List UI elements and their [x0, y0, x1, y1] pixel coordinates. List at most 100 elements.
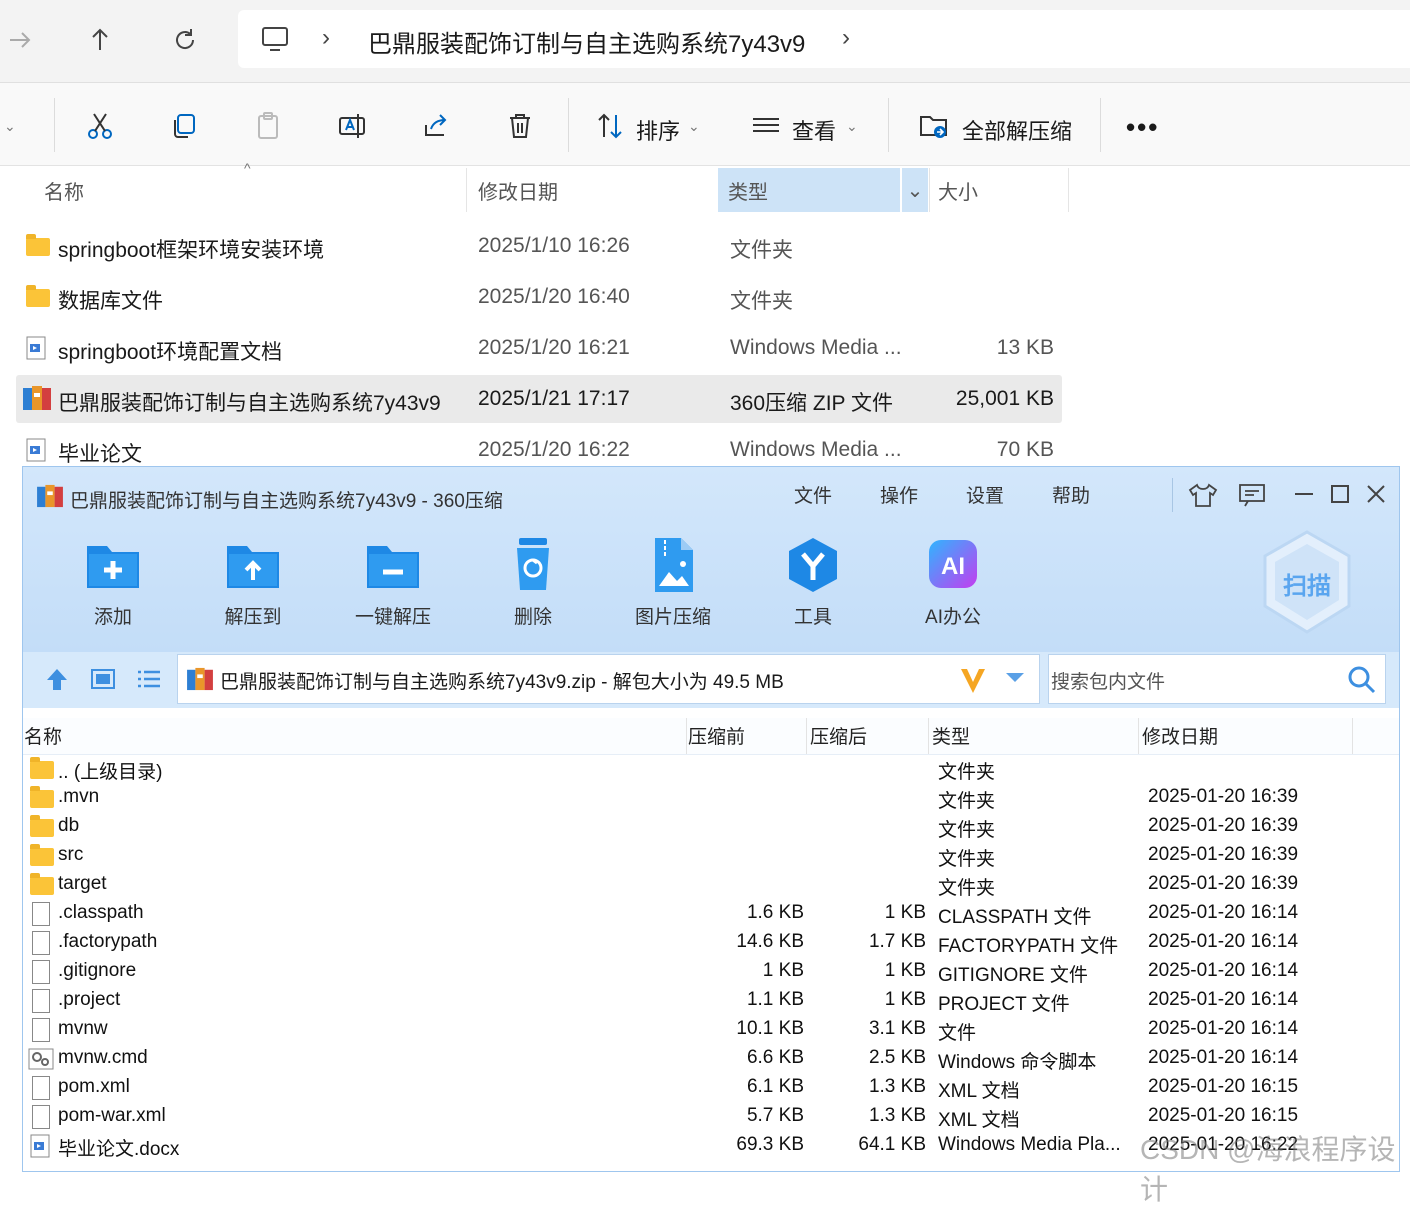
- zip-row[interactable]: src 文件夹 2025-01-20 16:39: [24, 842, 1399, 871]
- search-icon[interactable]: [1347, 665, 1377, 700]
- zip-row-type: CLASSPATH 文件: [938, 907, 1092, 928]
- file-icon: [32, 960, 50, 984]
- zip-row-name: .gitignore: [58, 960, 137, 981]
- view-chevron-icon[interactable]: ⌄: [846, 118, 858, 135]
- v-brand-icon[interactable]: [958, 665, 988, 700]
- zip-search-input[interactable]: 搜索包内文件: [1048, 654, 1386, 704]
- zip-col-before[interactable]: 压缩前: [688, 722, 745, 752]
- zip-row-before: 1 KB: [762, 960, 804, 981]
- zip-col-after[interactable]: 压缩后: [810, 722, 867, 752]
- zip-row-type: XML 文档: [938, 1110, 1020, 1131]
- toolbar-divider: [888, 98, 889, 152]
- breadcrumb-chevron-icon[interactable]: ›: [842, 24, 850, 52]
- new-chevron-icon[interactable]: ⌄: [4, 118, 16, 135]
- delete-icon[interactable]: [500, 106, 540, 146]
- folder-icon: [30, 873, 54, 895]
- up-level-icon[interactable]: [44, 666, 70, 697]
- scan-button[interactable]: 扫描: [1262, 530, 1352, 634]
- file-row-selected[interactable]: 巴鼎服装配饰订制与自主选购系统7y43v9 2025/1/21 17:17 36…: [16, 375, 1062, 423]
- extract-all-icon[interactable]: [914, 106, 954, 146]
- zip-row-date: 2025-01-20 16:39: [1148, 786, 1299, 807]
- column-header-date[interactable]: 修改日期: [478, 168, 708, 212]
- rename-icon[interactable]: [332, 106, 372, 146]
- file-row[interactable]: springboot框架环境安装环境 2025/1/10 16:26 文件夹: [16, 222, 1062, 270]
- paste-icon[interactable]: [248, 106, 288, 146]
- zip-row-name: .mvn: [58, 786, 100, 807]
- zip-row-type: GITIGNORE 文件: [938, 965, 1088, 986]
- file-row[interactable]: 毕业论文 2025/1/20 16:22 Windows Media ... 7…: [16, 426, 1062, 466]
- breadcrumb-chevron-icon: ›: [322, 24, 330, 51]
- tools-button[interactable]: 工具: [753, 536, 873, 636]
- zip-row[interactable]: pom.xml 6.1 KB 1.3 KB XML 文档 2025-01-20 16:1…: [24, 1074, 1399, 1103]
- zip-row[interactable]: mvnw.cmd 6.6 KB 2.5 KB Windows 命令脚本 2025-01-…: [24, 1045, 1399, 1074]
- zip-row[interactable]: .project 1.1 KB 1 KB PROJECT 文件 2025-01-20 1…: [24, 987, 1399, 1016]
- menu-settings[interactable]: 设置: [966, 481, 1004, 508]
- extract-all-button[interactable]: 全部解压缩: [962, 114, 1072, 146]
- maximize-icon[interactable]: [1328, 482, 1352, 511]
- up-arrow-icon[interactable]: [82, 22, 118, 58]
- minimize-icon[interactable]: [1292, 482, 1316, 511]
- sort-button[interactable]: 排序: [636, 114, 680, 146]
- zip-row[interactable]: .. (上级目录) 文件夹: [24, 755, 1399, 784]
- zip-row-before: 14.6 KB: [736, 931, 804, 952]
- zip-col-date[interactable]: 修改日期: [1142, 722, 1218, 752]
- zip-row[interactable]: .mvn 文件夹 2025-01-20 16:39: [24, 784, 1399, 813]
- view-icon[interactable]: [746, 106, 786, 146]
- feedback-icon[interactable]: [1238, 482, 1266, 513]
- list-view-icon[interactable]: [136, 666, 162, 697]
- address-bar[interactable]: › 巴鼎服装配饰订制与自主选购系统7y43v9 ›: [238, 10, 1410, 68]
- view-button[interactable]: 查看: [792, 114, 836, 146]
- menu-file[interactable]: 文件: [794, 481, 832, 508]
- one-click-extract-button[interactable]: 一键解压: [333, 536, 453, 636]
- file-icon: [32, 1076, 50, 1100]
- zip-row[interactable]: mvnw 10.1 KB 3.1 KB 文件 2025-01-20 16:14: [24, 1016, 1399, 1045]
- zip-row-name: pom.xml: [58, 1076, 130, 1097]
- share-icon[interactable]: [416, 106, 456, 146]
- skin-shirt-icon[interactable]: [1188, 482, 1218, 513]
- file-size: 13 KB: [996, 336, 1054, 359]
- file-row[interactable]: springboot环境配置文档 2025/1/20 16:21 Windows…: [16, 324, 1062, 372]
- zip-row-before: 69.3 KB: [736, 1134, 804, 1155]
- zip-row[interactable]: .classpath 1.6 KB 1 KB CLASSPATH 文件 2025-01-…: [24, 900, 1399, 929]
- zip-row[interactable]: target 文件夹 2025-01-20 16:39: [24, 871, 1399, 900]
- forward-arrow-icon[interactable]: [2, 22, 38, 58]
- add-label: 添加: [93, 607, 132, 628]
- zip-path-input[interactable]: 巴鼎服装配饰订制与自主选购系统7y43v9.zip - 解包大小为 49.5 M…: [177, 654, 1040, 704]
- extract-to-button[interactable]: 解压到: [193, 536, 313, 636]
- zip-col-type[interactable]: 类型: [932, 722, 970, 752]
- ai-office-button[interactable]: AI AI办公: [893, 536, 1013, 636]
- menu-operation[interactable]: 操作: [880, 481, 918, 508]
- one-click-extract-icon: [363, 536, 423, 594]
- zip-col-name[interactable]: 名称: [24, 722, 62, 752]
- script-file-icon: [28, 1047, 54, 1076]
- zip-row-name: .classpath: [58, 902, 144, 923]
- column-header-size[interactable]: 大小: [938, 168, 1068, 212]
- menu-help[interactable]: 帮助: [1052, 481, 1090, 508]
- zip-row-date: 2025-01-20 16:14: [1148, 989, 1299, 1010]
- zip-row[interactable]: .gitignore 1 KB 1 KB GITIGNORE 文件 2025-01-20…: [24, 958, 1399, 987]
- image-compress-button[interactable]: 图片压缩: [613, 536, 733, 636]
- column-header-name[interactable]: 名称: [44, 168, 464, 212]
- sort-icon[interactable]: [590, 106, 630, 146]
- path-dropdown-icon[interactable]: [1004, 671, 1026, 690]
- column-header-type[interactable]: 类型: [718, 168, 900, 212]
- add-button[interactable]: 添加: [53, 536, 173, 636]
- delete-button[interactable]: 删除: [473, 536, 593, 636]
- file-row[interactable]: 数据库文件 2025/1/20 16:40 文件夹: [16, 273, 1062, 321]
- close-icon[interactable]: [1364, 482, 1388, 511]
- zip-row[interactable]: .factorypath 14.6 KB 1.7 KB FACTORYPATH 文件 2…: [24, 929, 1399, 958]
- cut-icon[interactable]: [80, 106, 120, 146]
- zip-row-name: 毕业论文.docx: [58, 1139, 180, 1160]
- zip-row[interactable]: db 文件夹 2025-01-20 16:39: [24, 813, 1399, 842]
- column-divider: [1352, 718, 1353, 754]
- refresh-icon[interactable]: [167, 22, 203, 58]
- sort-chevron-icon[interactable]: ⌄: [688, 118, 700, 135]
- file-type: Windows Media ...: [730, 438, 902, 461]
- zip-row-name: .. (上级目录): [58, 762, 163, 783]
- zip-row-date: 2025-01-20 16:15: [1148, 1105, 1299, 1126]
- copy-icon[interactable]: [164, 106, 204, 146]
- type-filter-chevron-icon[interactable]: ⌄: [902, 168, 928, 212]
- explorer-toolbar: [0, 83, 1410, 166]
- more-options-icon[interactable]: •••: [1126, 112, 1159, 143]
- thumbnail-view-icon[interactable]: [90, 666, 116, 697]
